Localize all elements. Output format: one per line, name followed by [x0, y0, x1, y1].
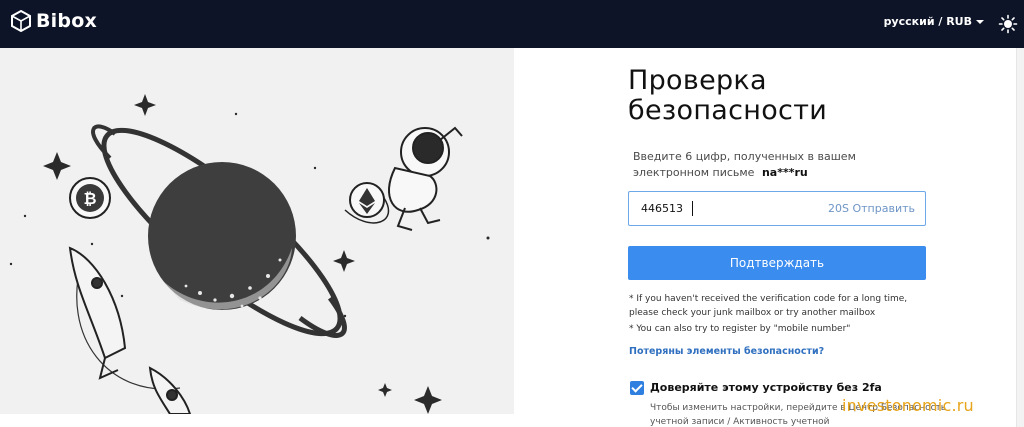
note-mobile-number: * You can also try to register by "mobil…	[629, 324, 851, 334]
masked-email: na***ru	[761, 166, 808, 179]
note-junk-mailbox: * If you haven't received the verificati…	[629, 294, 908, 318]
verification-code-input[interactable]: 446513 20S Отправить	[628, 191, 926, 226]
verification-code-value: 446513	[641, 202, 683, 215]
bitcoin-coin-icon: ₿	[69, 177, 111, 219]
sun-icon[interactable]	[998, 14, 1018, 34]
confirm-button[interactable]: Подтверждать	[628, 246, 926, 280]
language-currency-selector[interactable]: русский / RUB	[884, 15, 984, 28]
email-hint: Введите 6 цифр, полученных в вашем элект…	[633, 149, 933, 181]
lost-security-items-link[interactable]: Потеряны элементы безопасности?	[629, 346, 824, 357]
astronaut-figure	[388, 126, 463, 231]
bibox-logo[interactable]: Bibox	[10, 10, 97, 32]
bibox-cube-icon	[11, 10, 31, 32]
trust-device-option[interactable]: Доверяйте этому устройству без 2fa	[630, 381, 882, 395]
page-title-line1: Проверка	[628, 65, 767, 96]
page-title: Проверка безопасности	[628, 66, 928, 126]
email-hint-text: Введите 6 цифр, полученных в вашем элект…	[633, 150, 856, 179]
watermark-text: investonomic.ru	[842, 396, 974, 415]
bottom-strip	[0, 414, 514, 427]
verification-notes: * If you haven't received the verificati…	[629, 292, 929, 338]
logo-text: Bibox	[36, 10, 97, 32]
svg-text:₿: ₿	[83, 189, 96, 208]
resend-code-button[interactable]: 20S Отправить	[828, 202, 915, 215]
security-verification-form: Проверка безопасности Введите 6 цифр, по…	[628, 66, 946, 427]
space-illustration: ₿	[0, 48, 514, 415]
language-currency-label: русский / RUB	[883, 15, 972, 28]
planet-astronaut-illustration: ₿	[9, 94, 490, 415]
trust-device-checkbox[interactable]	[630, 381, 644, 395]
caret-down-icon	[976, 20, 984, 24]
page-scrollbar[interactable]	[1016, 48, 1024, 427]
ethereum-coin-icon	[349, 182, 385, 218]
text-cursor	[692, 201, 693, 216]
trust-device-label: Доверяйте этому устройству без 2fa	[650, 381, 882, 394]
page-title-line2: безопасности	[628, 95, 828, 126]
rocket-icon	[148, 366, 192, 415]
top-navigation-bar: Bibox русский / RUB	[0, 0, 1024, 48]
